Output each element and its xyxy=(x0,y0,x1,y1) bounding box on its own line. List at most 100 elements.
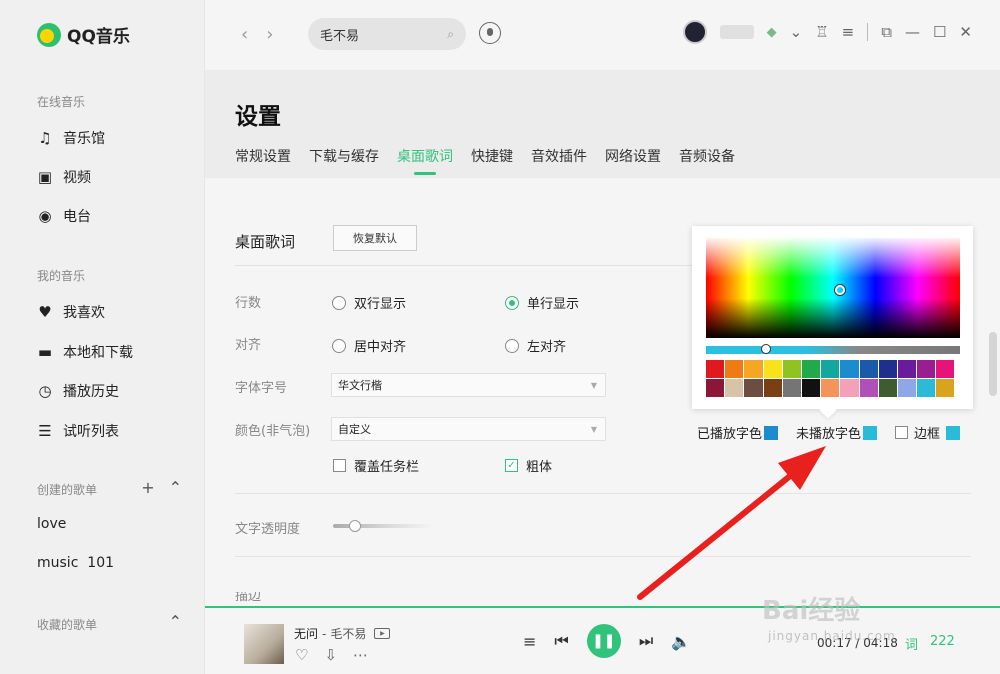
skin-shirt-icon[interactable]: ♖ xyxy=(815,23,828,41)
color-swatch[interactable] xyxy=(763,379,782,397)
color-swatch[interactable] xyxy=(725,360,744,378)
color-swatch[interactable] xyxy=(840,360,859,378)
menu-icon[interactable]: ≡ xyxy=(842,23,855,41)
color-swatch[interactable] xyxy=(897,360,917,378)
add-icon[interactable]: + xyxy=(141,478,154,497)
border-checkbox[interactable] xyxy=(895,426,909,439)
volume-icon[interactable]: 🔈 xyxy=(671,632,691,651)
scrollbar[interactable] xyxy=(989,332,997,396)
played-color-swatch[interactable] xyxy=(764,425,779,440)
sidebar-item-radio[interactable]: ◉ 电台 xyxy=(37,206,91,226)
username-blurred[interactable] xyxy=(719,25,754,39)
sidebar-item-music-hall[interactable]: ♫ 音乐馆 xyxy=(37,128,105,148)
color-swatch[interactable] xyxy=(840,379,859,397)
minimize-icon[interactable]: — xyxy=(905,23,920,41)
played-color-option[interactable]: 已播放字色 xyxy=(697,423,779,442)
lyrics-button[interactable]: 词 xyxy=(905,634,918,653)
color-swatch[interactable] xyxy=(821,379,840,397)
hue-thumb[interactable] xyxy=(761,344,771,354)
chevron-up-icon[interactable]: ⌃ xyxy=(169,478,182,497)
unplayed-color-option[interactable]: 未播放字色 xyxy=(796,423,878,442)
color-swatch[interactable] xyxy=(801,360,821,378)
color-swatch[interactable] xyxy=(706,360,725,378)
color-spectrum[interactable] xyxy=(706,238,960,338)
sidebar-item-history[interactable]: ◷ 播放历史 xyxy=(37,381,119,401)
opacity-slider[interactable] xyxy=(333,520,433,532)
chevron-down-icon[interactable]: ⌄ xyxy=(790,23,803,41)
color-swatch[interactable] xyxy=(897,379,917,397)
sidebar-item-favorites[interactable]: ♥ 我喜欢 xyxy=(37,302,105,322)
forward-arrow-icon[interactable]: › xyxy=(266,24,273,45)
color-swatch[interactable] xyxy=(782,379,801,397)
chevron-up-icon[interactable]: ⌃ xyxy=(169,612,182,631)
search-input[interactable]: 毛不易 ⌕ xyxy=(308,18,466,50)
radio-double-line[interactable]: 双行显示 xyxy=(332,293,406,312)
color-swatch[interactable] xyxy=(859,379,878,397)
color-swatch[interactable] xyxy=(917,360,936,378)
font-select[interactable]: 华文行楷 ▼ xyxy=(331,373,606,397)
radio-left-align[interactable]: 左对齐 xyxy=(505,336,566,355)
color-swatch[interactable] xyxy=(763,360,782,378)
pause-button[interactable]: ❚❚ xyxy=(586,624,621,658)
back-arrow-icon[interactable]: ‹ xyxy=(241,24,248,45)
color-swatch[interactable] xyxy=(936,379,955,397)
color-swatch[interactable] xyxy=(801,379,821,397)
tab-general[interactable]: 常规设置 xyxy=(235,146,291,166)
close-icon[interactable]: ✕ xyxy=(959,23,972,41)
color-swatch[interactable] xyxy=(936,360,955,378)
color-select[interactable]: 自定义 ▼ xyxy=(331,417,606,441)
playlist-item-music-101[interactable]: music 101 xyxy=(37,555,114,571)
playlist-item-love[interactable]: love xyxy=(37,516,66,532)
spectrum-cursor[interactable] xyxy=(835,285,845,295)
voice-search-icon[interactable] xyxy=(479,22,501,44)
maximize-icon[interactable]: ☐ xyxy=(933,23,946,41)
song-artist[interactable]: 毛不易 xyxy=(330,625,366,642)
album-cover[interactable] xyxy=(244,624,284,664)
border-color-option[interactable]: 边框 xyxy=(895,423,961,442)
color-swatch[interactable] xyxy=(917,379,936,397)
like-heart-icon[interactable]: ♡ xyxy=(295,646,308,664)
download-icon[interactable]: ⇩ xyxy=(324,646,337,664)
sidebar-item-trial-list[interactable]: ☰ 试听列表 xyxy=(37,421,119,441)
color-swatch[interactable] xyxy=(878,379,897,397)
hue-slider[interactable] xyxy=(706,344,960,354)
sidebar-item-video[interactable]: ▣ 视频 xyxy=(37,167,91,187)
tab-network[interactable]: 网络设置 xyxy=(605,146,661,166)
cover-taskbar-checkbox[interactable]: 覆盖任务栏 xyxy=(333,456,419,475)
color-swatch[interactable] xyxy=(821,360,840,378)
app-logo[interactable]: QQ音乐 xyxy=(37,22,130,47)
more-icon[interactable]: ⋯ xyxy=(353,646,368,664)
border-color-swatch[interactable] xyxy=(946,425,961,440)
next-icon[interactable]: ⏭ xyxy=(639,631,653,651)
mv-icon[interactable]: ▶ xyxy=(374,628,391,639)
radio-single-line[interactable]: 单行显示 xyxy=(505,293,579,312)
tab-audio-device[interactable]: 音频设备 xyxy=(679,146,735,166)
playlist-count[interactable]: 222 xyxy=(930,634,955,653)
search-icon[interactable]: ⌕ xyxy=(447,27,454,42)
color-swatch[interactable] xyxy=(725,379,744,397)
song-title[interactable]: 无问 xyxy=(294,625,318,642)
avatar[interactable] xyxy=(682,20,707,44)
unplayed-color-swatch[interactable] xyxy=(863,425,878,440)
tab-desktop-lyrics[interactable]: 桌面歌词 xyxy=(397,146,453,175)
radio-center-align[interactable]: 居中对齐 xyxy=(332,336,406,355)
previous-icon[interactable]: ⏮ xyxy=(554,631,568,651)
baidu-watermark: Bai经验 xyxy=(762,596,861,626)
color-swatch[interactable] xyxy=(744,360,763,378)
play-mode-icon[interactable]: ≡ xyxy=(523,632,536,651)
bold-checkbox[interactable]: ✓ 粗体 xyxy=(505,456,552,475)
tab-shortcuts[interactable]: 快捷键 xyxy=(471,146,513,166)
reset-default-button[interactable]: 恢复默认 xyxy=(333,225,417,251)
vip-gem-icon[interactable]: ◆ xyxy=(767,25,777,40)
slider-thumb[interactable] xyxy=(349,520,361,532)
sidebar-item-local-downloads[interactable]: ▬ 本地和下载 xyxy=(37,342,133,362)
color-swatch[interactable] xyxy=(744,379,763,397)
color-swatch[interactable] xyxy=(878,360,897,378)
color-swatch[interactable] xyxy=(706,379,725,397)
color-swatch[interactable] xyxy=(859,360,878,378)
top-bar: ‹ › 毛不易 ⌕ ◆ ⌄ ♖ ≡ ⧉ — ☐ ✕ xyxy=(205,0,1000,70)
mini-mode-icon[interactable]: ⧉ xyxy=(881,23,892,41)
color-swatch[interactable] xyxy=(782,360,801,378)
tab-download-cache[interactable]: 下载与缓存 xyxy=(309,146,379,166)
tab-sound-plugins[interactable]: 音效插件 xyxy=(531,146,587,166)
